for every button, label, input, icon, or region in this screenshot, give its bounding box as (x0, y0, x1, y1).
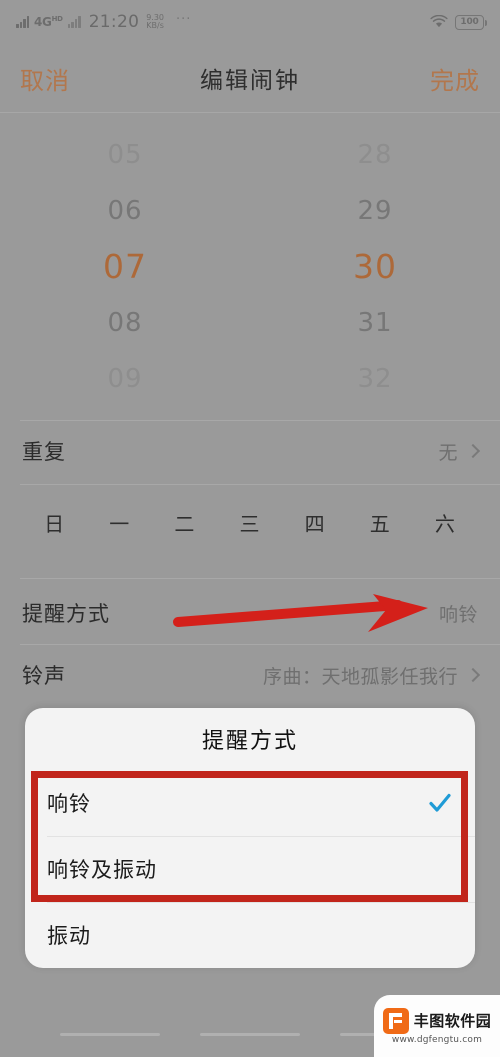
network-type-text: 4G (34, 15, 52, 29)
minute-option[interactable]: 32 (357, 351, 392, 407)
minute-option[interactable]: 28 (357, 127, 392, 183)
ringtone-row[interactable]: 铃声 序曲：天地孤影任我行 (0, 644, 500, 706)
dialog-option-vibrate[interactable]: 振动 (25, 902, 475, 968)
fengtu-logo-icon (382, 1007, 409, 1034)
ringtone-label: 铃声 (22, 664, 66, 688)
watermark-brand-row: 丰图软件园 (382, 1007, 492, 1034)
reminder-mode-label: 提醒方式 (22, 602, 110, 626)
weekday-fri[interactable]: 五 (348, 508, 413, 537)
reminder-mode-row[interactable]: 提醒方式 响铃 (0, 582, 500, 644)
time-picker[interactable]: 05 06 07 08 09 28 29 30 31 32 (0, 113, 500, 420)
dialog-option-label: 响铃 (47, 792, 91, 816)
hour-wheel[interactable]: 05 06 07 08 09 (0, 113, 250, 420)
watermark-name: 丰图软件园 (413, 1012, 492, 1030)
hour-option-selected[interactable]: 07 (103, 239, 147, 295)
ringtone-value: 序曲：天地孤影任我行 (262, 665, 458, 688)
signal-bars-icon (16, 16, 29, 28)
minute-wheel[interactable]: 28 29 30 31 32 (250, 113, 500, 420)
status-bar-clock: 21:20 (88, 12, 140, 32)
check-icon (429, 793, 451, 812)
hour-option[interactable]: 05 (107, 127, 142, 183)
network-type-label: 4GHD (34, 15, 63, 29)
hour-option[interactable]: 09 (107, 351, 142, 407)
dialog-option-label: 响铃及振动 (47, 858, 157, 882)
nav-hint-bar (200, 1032, 300, 1036)
repeat-value-group: 无 (438, 438, 481, 465)
cancel-button[interactable]: 取消 (20, 61, 70, 96)
battery-level-text: 100 (460, 17, 479, 27)
minute-option-selected[interactable]: 30 (353, 239, 397, 295)
weekday-sun[interactable]: 日 (22, 508, 87, 537)
navigation-bar: 取消 编辑闹钟 完成 (0, 44, 500, 112)
page-title: 编辑闹钟 (200, 68, 300, 94)
status-overflow-dots-icon: ··· (176, 12, 192, 27)
divider (20, 484, 500, 485)
weekday-selector[interactable]: 日 一 二 三 四 五 六 (0, 496, 500, 548)
watermark: 丰图软件园 www.dgfengtu.com (374, 995, 500, 1057)
repeat-label: 重复 (22, 440, 66, 464)
chevron-right-icon (465, 443, 481, 458)
signal-bars-secondary-icon (67, 16, 81, 28)
network-speed: 9.30 KB/s (146, 13, 164, 30)
repeat-value: 无 (438, 441, 458, 464)
weekday-sat[interactable]: 六 (413, 508, 478, 537)
dialog-option-ring-vibrate[interactable]: 响铃及振动 (25, 836, 475, 902)
weekday-mon[interactable]: 一 (87, 508, 152, 537)
ringtone-value-group: 序曲：天地孤影任我行 (262, 662, 481, 689)
status-bar-right: 100 (430, 14, 487, 30)
hour-option[interactable]: 08 (107, 295, 142, 351)
watermark-url: www.dgfengtu.com (391, 1034, 483, 1045)
weekday-tue[interactable]: 二 (152, 508, 217, 537)
minute-option[interactable]: 29 (357, 183, 392, 239)
battery-icon: 100 (455, 14, 487, 30)
network-speed-unit: KB/s (146, 21, 164, 30)
weekday-thu[interactable]: 四 (283, 508, 348, 537)
reminder-mode-dialog: 提醒方式 响铃 响铃及振动 振动 (25, 708, 475, 968)
dialog-option-ring[interactable]: 响铃 (25, 770, 475, 836)
minute-option[interactable]: 31 (357, 295, 392, 351)
reminder-mode-value: 响铃 (438, 603, 478, 626)
chevron-right-icon (465, 667, 481, 682)
phone-screen: 4GHD 21:20 9.30 KB/s ··· 100 取消 编辑闹钟 完成 … (0, 0, 500, 1057)
repeat-row[interactable]: 重复 无 (0, 420, 500, 482)
wifi-icon (430, 15, 448, 28)
dialog-option-label: 振动 (47, 924, 91, 948)
status-bar-left: 4GHD 21:20 9.30 KB/s ··· (16, 12, 430, 32)
status-bar: 4GHD 21:20 9.30 KB/s ··· 100 (0, 0, 500, 44)
hour-option[interactable]: 06 (107, 183, 142, 239)
nav-hint-bar (60, 1032, 160, 1036)
network-hd-superscript: HD (51, 15, 63, 23)
dialog-title: 提醒方式 (201, 729, 298, 754)
done-button[interactable]: 完成 (430, 61, 480, 96)
weekday-wed[interactable]: 三 (217, 508, 282, 537)
divider (20, 578, 500, 579)
